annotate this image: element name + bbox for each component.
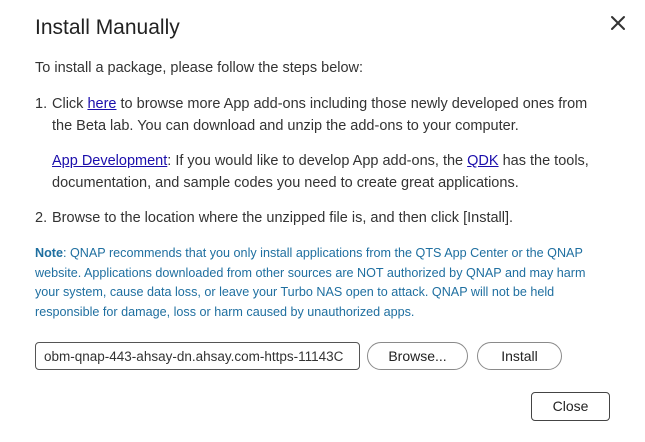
dialog-title: Install Manually (35, 16, 180, 39)
close-button[interactable]: Close (531, 392, 610, 421)
step-2-text: Browse to the location where the unzippe… (52, 210, 514, 226)
note-text: Note: QNAP recommends that you only inst… (35, 244, 595, 322)
app-development-link[interactable]: App Development (52, 153, 167, 169)
browse-button[interactable]: Browse... (367, 342, 468, 370)
step-2: 2. Browse to the location where the unzi… (35, 207, 605, 229)
step-1-text: Click here to browse more App add-ons in… (52, 93, 602, 137)
step-1: 1. Click here to browse more App add-ons… (35, 93, 605, 137)
here-link[interactable]: here (87, 96, 116, 112)
app-development-info: App Development: If you would like to de… (52, 150, 612, 194)
step-1-text-after: to browse more App add-ons including tho… (52, 96, 588, 134)
close-icon[interactable] (607, 12, 629, 34)
intro-text: To install a package, please follow the … (35, 60, 364, 76)
install-manually-dialog: Install Manually To install a package, p… (0, 0, 645, 442)
note-label: Note (35, 246, 63, 260)
file-path-input[interactable] (35, 342, 360, 370)
app-development-text-before: : If you would like to develop App add-o… (167, 153, 468, 169)
install-button[interactable]: Install (477, 342, 562, 370)
qdk-link[interactable]: QDK (467, 153, 498, 169)
step-1-number: 1. (35, 96, 48, 112)
step-1-text-before: Click (52, 96, 88, 112)
note-body: : QNAP recommends that you only install … (35, 246, 586, 319)
step-2-number: 2. (35, 210, 48, 226)
